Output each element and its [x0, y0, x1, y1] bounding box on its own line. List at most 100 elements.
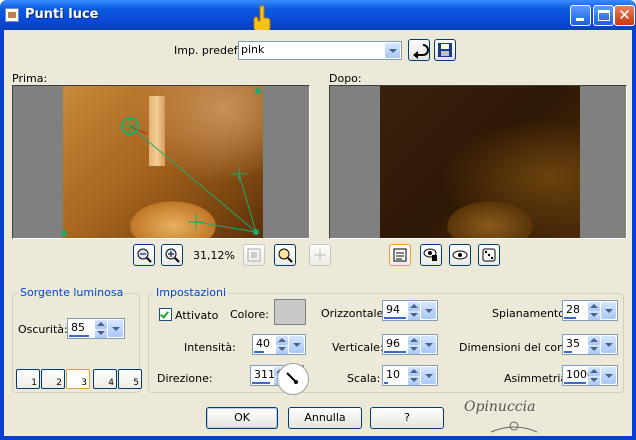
- spin-down-icon[interactable]: [588, 376, 600, 385]
- minimize-button[interactable]: [570, 5, 591, 26]
- light-4-button[interactable]: 4: [93, 369, 117, 389]
- light-source-caption: Sorgente luminosa: [18, 286, 126, 299]
- asymmetry-label: Asimmetria:: [504, 372, 571, 385]
- help-button[interactable]: ?: [370, 407, 444, 429]
- ok-button[interactable]: OK: [206, 407, 278, 429]
- spin-down-icon[interactable]: [95, 329, 107, 338]
- fit-icon: [247, 248, 261, 262]
- pan-button[interactable]: [309, 244, 331, 266]
- asymmetry-input[interactable]: 1000: [562, 365, 618, 386]
- spread-value: 28: [566, 303, 580, 316]
- chevron-down-icon[interactable]: [601, 302, 616, 319]
- chevron-down-icon[interactable]: [601, 336, 616, 353]
- direction-value: 311: [254, 368, 275, 381]
- watermark: Opinuccia: [464, 399, 536, 415]
- spin-down-icon[interactable]: [588, 311, 600, 320]
- light-4-label: 4: [108, 378, 114, 388]
- zoom-out-button[interactable]: [133, 244, 155, 266]
- zoom-to-fit-button[interactable]: [243, 244, 265, 266]
- zoom-in-icon: [165, 248, 180, 263]
- spin-up-icon[interactable]: [408, 336, 420, 345]
- before-label: Prima:: [12, 72, 48, 85]
- preset-label: Imp. predef.:: [174, 44, 244, 57]
- checkmark-icon: [160, 309, 169, 319]
- auto-proof-button[interactable]: [449, 244, 471, 266]
- enabled-checkbox[interactable]: [159, 308, 172, 321]
- darkness-value: 85: [71, 321, 85, 334]
- randomize-button[interactable]: [478, 244, 500, 266]
- minimize-icon: [576, 18, 584, 21]
- chevron-down-icon[interactable]: [289, 336, 304, 353]
- intensity-input[interactable]: 40: [252, 334, 306, 355]
- window-title: Punti luce: [25, 7, 99, 22]
- direction-bar: [252, 382, 270, 384]
- dialog-body: Imp. predef.: pink Prima: Dopo: 31,12% S…: [4, 30, 632, 436]
- close-button[interactable]: ✕: [614, 5, 635, 26]
- chevron-down-icon[interactable]: [421, 302, 436, 319]
- after-preview: [329, 85, 627, 239]
- spin-up-icon[interactable]: [588, 367, 600, 376]
- light-5-button[interactable]: 5: [118, 369, 142, 389]
- chevron-down-icon[interactable]: [421, 367, 436, 384]
- spin-up-icon[interactable]: [408, 302, 420, 311]
- cancel-button[interactable]: Annulla: [288, 407, 362, 429]
- spin-down-icon[interactable]: [408, 345, 420, 354]
- toggle-preview-button[interactable]: [389, 244, 411, 266]
- reset-preset-button[interactable]: [408, 39, 430, 61]
- light-3-label: 3: [81, 378, 87, 388]
- zoom-actual-size-button[interactable]: [274, 244, 296, 266]
- spread-bar: [564, 317, 576, 319]
- light-1-button[interactable]: 1: [16, 369, 40, 389]
- chevron-down-icon[interactable]: [601, 367, 616, 384]
- chevron-down-icon[interactable]: [385, 43, 400, 58]
- vertical-input[interactable]: 96: [382, 334, 438, 355]
- light-controls-overlay[interactable]: [13, 86, 310, 239]
- chevron-down-icon[interactable]: [421, 336, 436, 353]
- spin-down-icon[interactable]: [408, 376, 420, 385]
- title-bar[interactable]: Punti luce ✕: [0, 0, 636, 34]
- scale-label: Scala:: [347, 372, 381, 385]
- scale-bar: [384, 382, 388, 384]
- magnifier-icon: [278, 248, 293, 263]
- darkness-bar: [69, 335, 89, 337]
- preview-list-icon: [393, 248, 407, 262]
- settings-caption: Impostazioni: [154, 286, 229, 299]
- spread-label: Spianamento:: [492, 307, 569, 320]
- maximize-button[interactable]: [593, 5, 614, 26]
- scale-input[interactable]: 10: [382, 365, 438, 386]
- save-preset-button[interactable]: [434, 39, 456, 61]
- spin-down-icon[interactable]: [276, 345, 288, 354]
- before-preview[interactable]: [12, 85, 310, 239]
- light-2-label: 2: [56, 378, 62, 388]
- floppy-disk-icon: [438, 43, 452, 57]
- spin-up-icon[interactable]: [408, 367, 420, 376]
- horizontal-input[interactable]: 94: [382, 300, 438, 321]
- preset-dropdown[interactable]: pink: [238, 41, 402, 60]
- spin-up-icon[interactable]: [276, 336, 288, 345]
- vertical-bar: [384, 351, 406, 353]
- asymmetry-bar: [564, 382, 586, 384]
- direction-dial[interactable]: [277, 363, 309, 395]
- intensity-bar: [254, 351, 264, 353]
- darkness-input[interactable]: 85: [67, 318, 125, 339]
- preset-value: pink: [241, 43, 265, 56]
- chevron-down-icon[interactable]: [108, 320, 123, 337]
- spin-down-icon[interactable]: [588, 345, 600, 354]
- color-swatch[interactable]: [274, 299, 306, 325]
- intensity-value: 40: [256, 337, 270, 350]
- spin-down-icon[interactable]: [408, 311, 420, 320]
- cone-size-input[interactable]: 35: [562, 334, 618, 355]
- spin-up-icon[interactable]: [588, 336, 600, 345]
- light-5-label: 5: [133, 378, 139, 388]
- spin-up-icon[interactable]: [588, 302, 600, 311]
- enabled-label: Attivato: [175, 309, 219, 322]
- close-icon: ✕: [618, 6, 631, 24]
- light-2-button[interactable]: 2: [41, 369, 65, 389]
- light-3-button[interactable]: 3: [66, 369, 90, 389]
- after-image: [380, 86, 580, 238]
- vertical-value: 96: [386, 337, 400, 350]
- spin-up-icon[interactable]: [95, 320, 107, 329]
- proof-button[interactable]: [420, 244, 442, 266]
- spread-input[interactable]: 28: [562, 300, 618, 321]
- zoom-in-button[interactable]: [161, 244, 183, 266]
